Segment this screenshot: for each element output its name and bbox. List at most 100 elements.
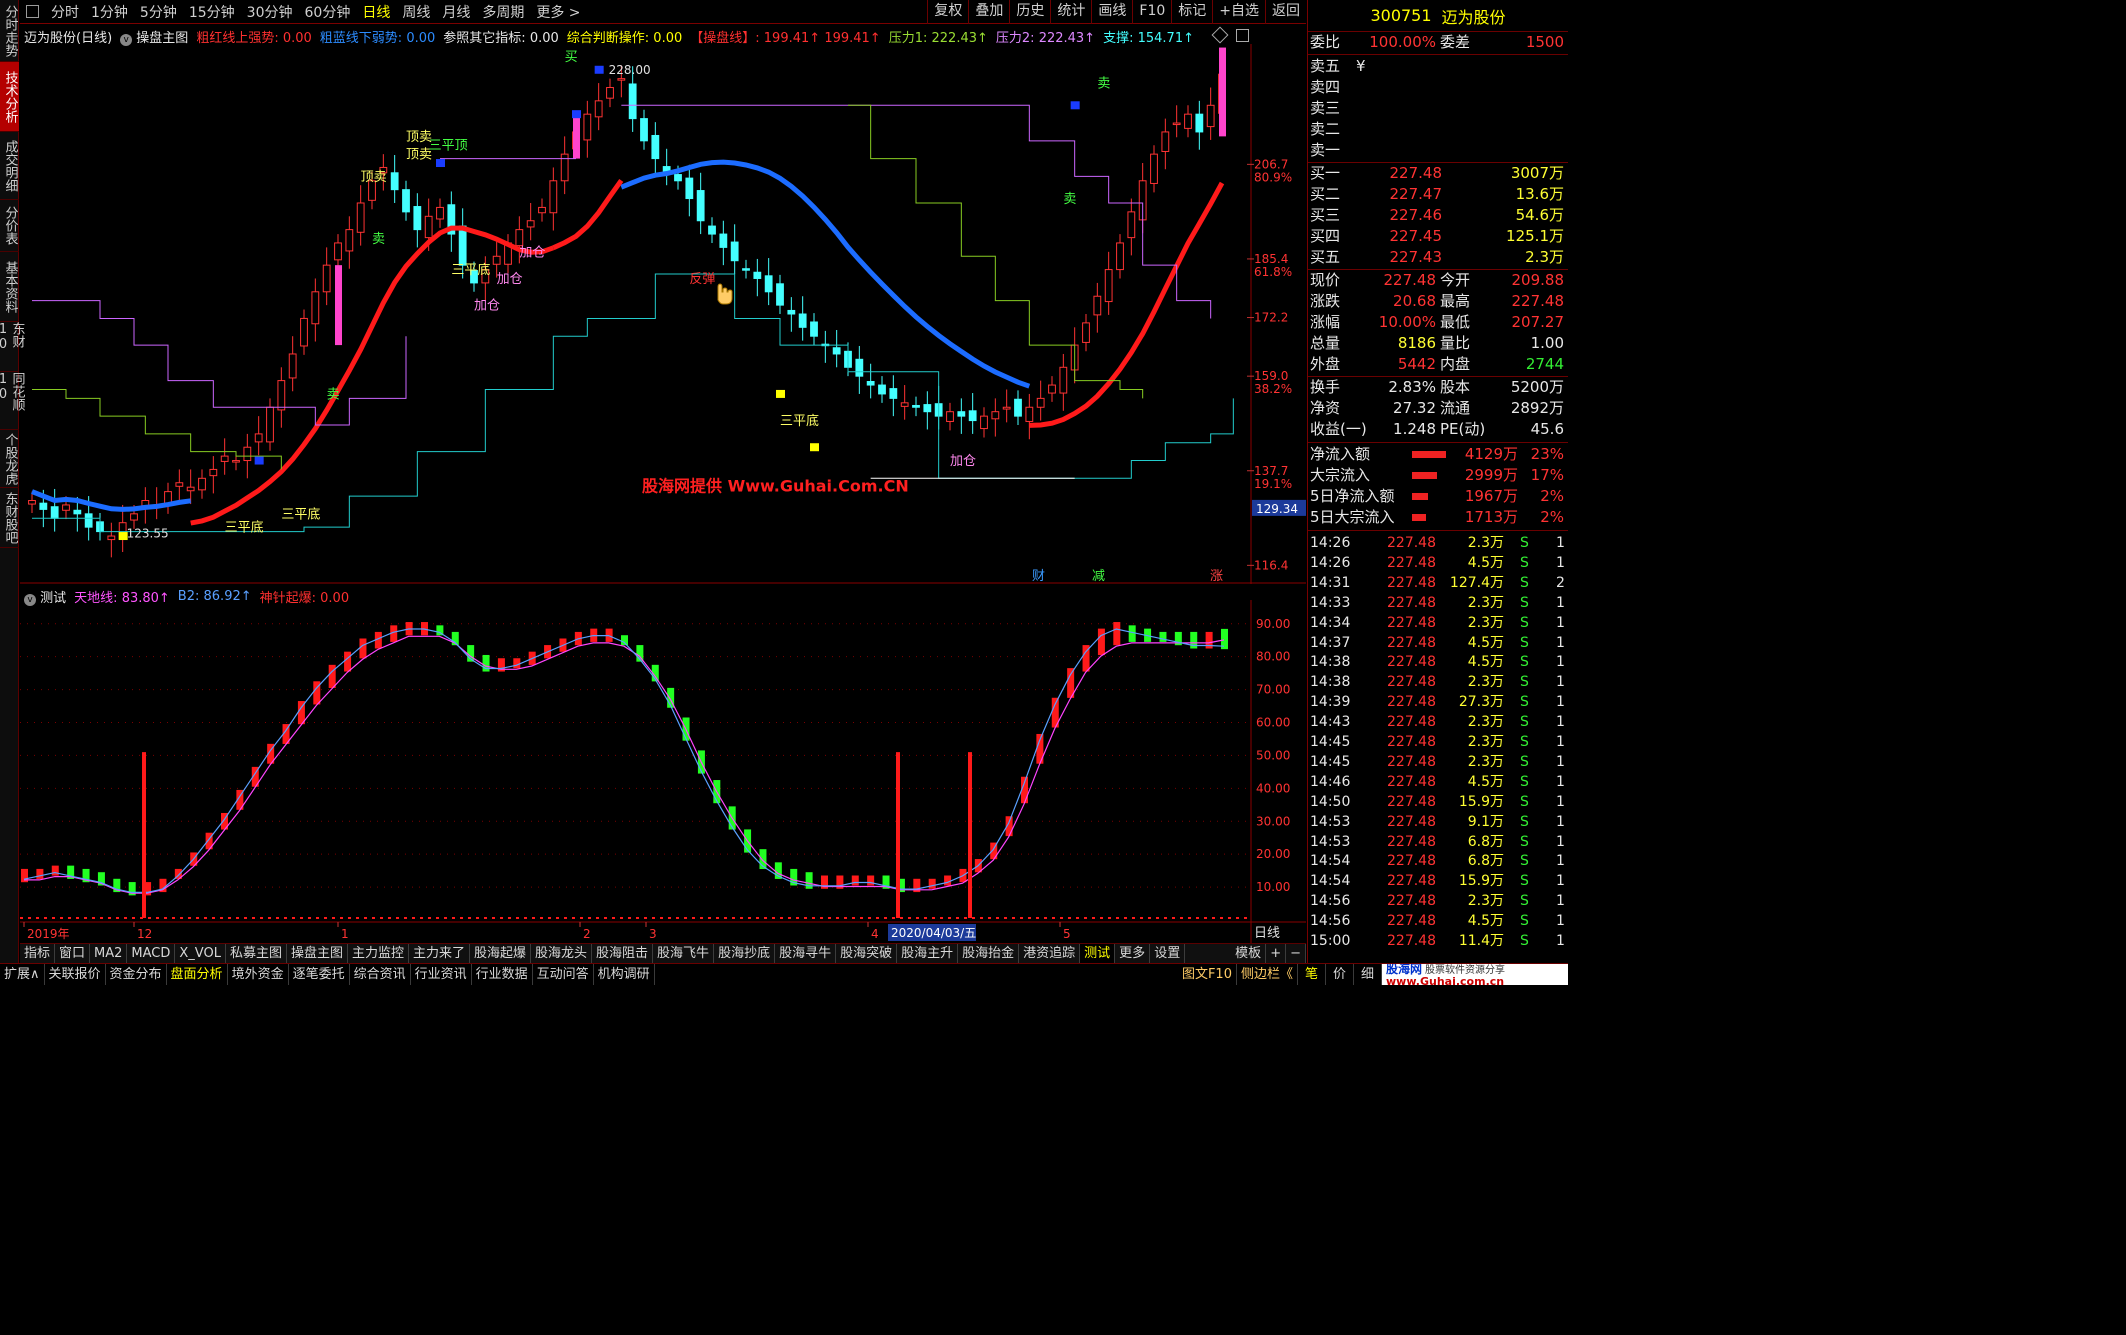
tool-button-9[interactable]: 返回 xyxy=(1265,0,1306,24)
indicator-tab-22[interactable]: 设置 xyxy=(1150,944,1186,964)
status-tab-4[interactable]: 盘面分析 xyxy=(167,964,228,985)
indicator-tab-9[interactable]: 主力来了 xyxy=(409,944,470,964)
period-6[interactable]: 60分钟 xyxy=(299,2,357,22)
signal-badge-1[interactable]: 财 xyxy=(1032,569,1045,584)
fund-flow-label: 5日净流入额 xyxy=(1310,487,1395,505)
indicator-tab-14[interactable]: 股海抄底 xyxy=(714,944,776,964)
period-11[interactable]: 更多 > xyxy=(530,2,586,22)
cursor-price-label: 129.34 xyxy=(1256,502,1298,516)
tick-count: 1 xyxy=(1556,714,1565,731)
indicator-tab-23[interactable]: 模板 xyxy=(1231,944,1267,964)
indicator-tab-15[interactable]: 股海寻牛 xyxy=(775,944,837,964)
indicator-tab-1[interactable]: 指标 xyxy=(20,944,56,964)
status-tab-8[interactable]: 行业资讯 xyxy=(411,964,472,985)
period-2[interactable]: 1分钟 xyxy=(85,2,134,22)
indicator-tab-11[interactable]: 股海龙头 xyxy=(531,944,593,964)
left-tab-4[interactable]: 分价表 xyxy=(0,200,19,252)
tool-button-1[interactable]: 复权 xyxy=(927,0,968,24)
indicator-tab-2[interactable]: 窗口 xyxy=(55,944,91,964)
indicator-tab-12[interactable]: 股海阻击 xyxy=(592,944,654,964)
stat-value: 8186 xyxy=(1397,334,1436,352)
tick-row: 14:34 227.48 2.3万 S 1 xyxy=(1308,613,1568,634)
indicator-chart[interactable]: 90.00 80.00 70.00 60.00 50.00 40.00 30.00 20.00… xyxy=(20,600,1306,943)
indicator-tab-16[interactable]: 股海突破 xyxy=(836,944,898,964)
status-tab-10[interactable]: 互动问答 xyxy=(533,964,594,985)
quote-stat-row: 现价 227.48 今开 209.88 xyxy=(1308,270,1568,291)
status-tab-9[interactable]: 行业数据 xyxy=(472,964,533,985)
status-tab-11[interactable]: 机构调研 xyxy=(594,964,655,985)
indicator-tab-7[interactable]: 操盘主图 xyxy=(287,944,348,964)
tick-side: S xyxy=(1520,933,1529,949)
indicator-tab-8[interactable]: 主力监控 xyxy=(348,944,409,964)
tool-button-3[interactable]: 历史 xyxy=(1009,0,1050,24)
indicator-tab-18[interactable]: 股海抬金 xyxy=(958,944,1020,964)
maximize-icon[interactable] xyxy=(1236,29,1249,42)
indicator-tab-20[interactable]: 测试 xyxy=(1080,944,1116,964)
status-tab-2[interactable]: 关联报价 xyxy=(45,964,106,985)
indicator-tab-5[interactable]: X_VOL xyxy=(175,944,226,964)
diamond-icon[interactable] xyxy=(1211,26,1229,44)
tool-button-6[interactable]: F10 xyxy=(1132,0,1171,24)
signal-badge-2[interactable]: 减 xyxy=(1092,569,1105,584)
status-tab-5[interactable]: 境外资金 xyxy=(228,964,289,985)
left-tab-9[interactable]: 东财股吧 xyxy=(0,488,19,548)
tool-button-7[interactable]: 标记 xyxy=(1171,0,1212,24)
bid-row: 买三 227.46 54.6万 xyxy=(1308,205,1568,226)
indicator-tab-24[interactable]: + xyxy=(1266,944,1287,964)
tool-button-8[interactable]: +自选 xyxy=(1212,0,1265,24)
layout-toggle-icon[interactable] xyxy=(26,5,39,18)
left-tab-7[interactable]: 同花顺10 xyxy=(0,372,25,430)
indicator-tab-10[interactable]: 股海起爆 xyxy=(470,944,532,964)
limit-up-candle xyxy=(335,265,342,346)
indicator-tab-6[interactable]: 私募主图 xyxy=(226,944,287,964)
period-9[interactable]: 月线 xyxy=(436,2,476,22)
tick-tab-2[interactable]: 价 xyxy=(1326,964,1354,985)
main-kline-chart[interactable]: 206.780.9% 185.461.8% 172.2 159.038.2% 137.7… xyxy=(20,44,1306,584)
tick-side: S xyxy=(1520,793,1529,810)
period-10[interactable]: 多周期 xyxy=(476,2,530,22)
indicator-tab-21[interactable]: 更多 xyxy=(1115,944,1151,964)
left-tab-8[interactable]: 个股龙虎 xyxy=(0,430,19,488)
status-right-2[interactable]: 侧边栏《 xyxy=(1237,964,1298,985)
period-4[interactable]: 15分钟 xyxy=(183,2,241,22)
status-right-1[interactable]: 图文F10 xyxy=(1178,964,1237,985)
indicator-tab-4[interactable]: MACD xyxy=(127,944,176,964)
indicator-tab-25[interactable]: − xyxy=(1286,944,1306,964)
indicator-tab-13[interactable]: 股海飞牛 xyxy=(653,944,715,964)
period-5[interactable]: 30分钟 xyxy=(241,2,299,22)
left-tab-3[interactable]: 成交明细 xyxy=(0,132,19,200)
tool-button-5[interactable]: 画线 xyxy=(1091,0,1132,24)
period-1[interactable]: 分时 xyxy=(45,2,85,22)
indicator-tab-3[interactable]: MA2 xyxy=(90,944,128,964)
left-tab-6[interactable]: 东财10 xyxy=(0,322,25,372)
left-tab-5[interactable]: 基本资料 xyxy=(0,252,19,322)
tick-time: 14:39 xyxy=(1310,694,1351,711)
indicator-tab-19[interactable]: 港资追踪 xyxy=(1019,944,1081,964)
tick-price: 227.48 xyxy=(1387,734,1436,750)
left-tab-1[interactable]: 分时走势 xyxy=(0,0,19,62)
candle-body xyxy=(685,177,694,200)
left-tab-2[interactable]: 技术分析 xyxy=(0,62,19,132)
tick-volume: 4.5万 xyxy=(1467,654,1504,671)
candle-body xyxy=(209,468,218,477)
candle-body xyxy=(288,353,297,379)
status-tab-7[interactable]: 综合资讯 xyxy=(350,964,411,985)
signal-badge-3[interactable]: 涨 xyxy=(1210,569,1223,584)
indicator-tab-17[interactable]: 股海主升 xyxy=(897,944,959,964)
tick-time: 14:38 xyxy=(1310,674,1351,691)
status-tab-6[interactable]: 逐笔委托 xyxy=(289,964,350,985)
bid-row: 买五 227.43 2.3万 xyxy=(1308,247,1568,268)
period-3[interactable]: 5分钟 xyxy=(134,2,183,22)
tool-button-2[interactable]: 叠加 xyxy=(968,0,1009,24)
signal-marker xyxy=(810,443,819,452)
fund-flow-label: 5日大宗流入 xyxy=(1310,508,1395,526)
tool-button-4[interactable]: 统计 xyxy=(1050,0,1091,24)
tick-tab-3[interactable]: 细 xyxy=(1354,964,1382,985)
tick-tab-1[interactable]: 笔 xyxy=(1298,964,1326,985)
date-axis-label: 12 xyxy=(137,927,152,941)
status-tab-1[interactable]: 扩展∧ xyxy=(0,964,45,985)
period-7[interactable]: 日线 xyxy=(356,2,396,22)
status-tab-3[interactable]: 资金分布 xyxy=(106,964,167,985)
strong-red-ma-line-3 xyxy=(552,178,624,251)
period-8[interactable]: 周线 xyxy=(396,2,436,22)
